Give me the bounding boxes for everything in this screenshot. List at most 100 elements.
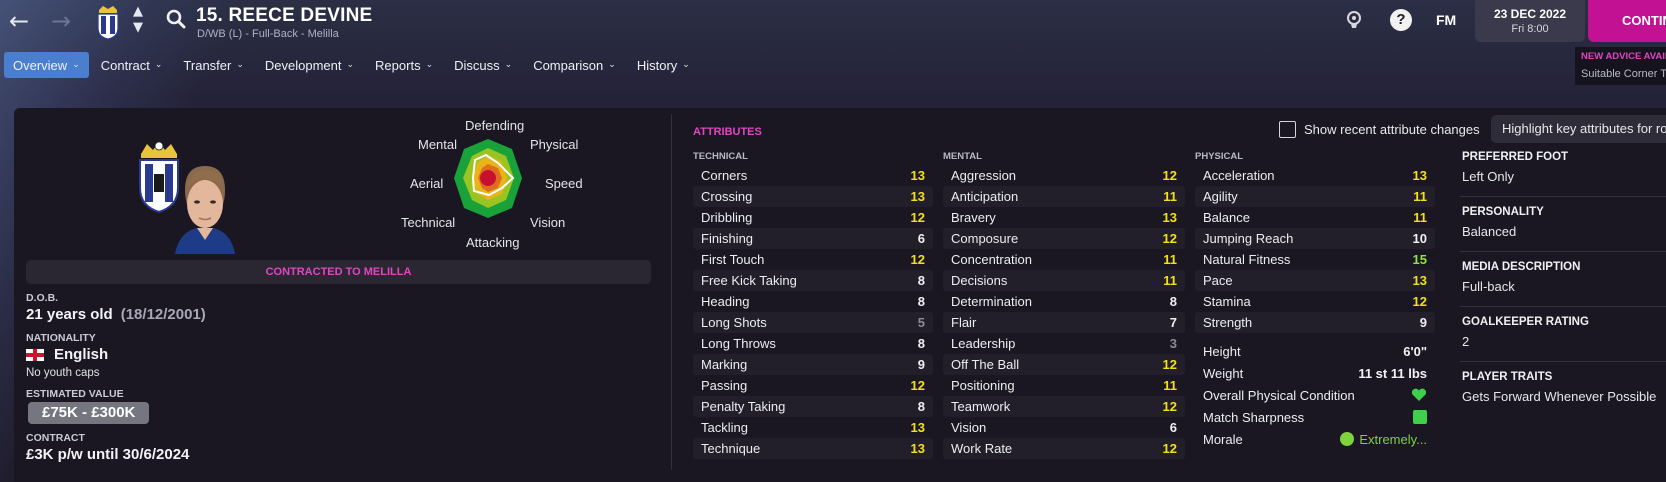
- attribute-value: 7: [1169, 315, 1177, 330]
- mental-attribute-row[interactable]: Work Rate 12: [943, 438, 1185, 459]
- show-changes-label: Show recent attribute changes: [1304, 122, 1480, 137]
- nationality-value[interactable]: English: [26, 346, 108, 363]
- mental-attribute-row[interactable]: Decisions 11: [943, 270, 1185, 291]
- show-changes-toggle[interactable]: Show recent attribute changes: [1279, 121, 1480, 138]
- physical-attribute-row[interactable]: Pace 13: [1195, 270, 1435, 291]
- technical-attribute-row[interactable]: Finishing 6: [693, 228, 933, 249]
- attribute-value: 8: [917, 273, 925, 288]
- player-name-title: 15. REECE DEVINE: [196, 5, 373, 26]
- mental-attribute-row[interactable]: Positioning 11: [943, 375, 1185, 396]
- tab-development[interactable]: Development ⌄: [256, 52, 363, 78]
- est-value-label: ESTIMATED VALUE: [26, 388, 124, 400]
- mental-attribute-row[interactable]: Bravery 13: [943, 207, 1185, 228]
- mental-attribute-row[interactable]: Aggression 12: [943, 165, 1185, 186]
- updown-switch-icon[interactable]: ▲ ▼: [130, 4, 146, 36]
- search-icon[interactable]: [165, 8, 187, 30]
- contract-status-bar[interactable]: CONTRACTED TO MELILLA: [26, 260, 651, 284]
- technical-attribute-row[interactable]: Penalty Taking 8: [693, 396, 933, 417]
- highlight-key-attributes-button[interactable]: Highlight key attributes for role: [1491, 115, 1666, 143]
- tab-discuss[interactable]: Discuss ⌄: [445, 52, 521, 78]
- physical-attribute-row[interactable]: Acceleration 13: [1195, 165, 1435, 186]
- mental-attribute-row[interactable]: Teamwork 12: [943, 396, 1185, 417]
- help-icon[interactable]: ?: [1390, 9, 1412, 31]
- mental-attribute-row[interactable]: Vision 6: [943, 417, 1185, 438]
- technical-attribute-row[interactable]: Technique 13: [693, 438, 933, 459]
- sharpness-row: Match Sharpness: [1195, 406, 1435, 428]
- forward-arrow-icon[interactable]: →: [48, 8, 74, 34]
- contract-label: CONTRACT: [26, 432, 85, 444]
- physical-attribute-row[interactable]: Strength 9: [1195, 312, 1435, 333]
- physical-attribute-row[interactable]: Natural Fitness 15: [1195, 249, 1435, 270]
- mental-attribute-row[interactable]: Determination 8: [943, 291, 1185, 312]
- club-badge-icon[interactable]: [95, 4, 121, 40]
- physical-attribute-row[interactable]: Agility 11: [1195, 186, 1435, 207]
- technical-attribute-row[interactable]: Corners 13: [693, 165, 933, 186]
- est-value-badge[interactable]: £75K - £300K: [28, 402, 150, 424]
- attribute-name: Penalty Taking: [701, 399, 786, 414]
- mental-attribute-row[interactable]: Flair 7: [943, 312, 1185, 333]
- continue-button[interactable]: CONTINUE: [1588, 0, 1666, 42]
- preferred-foot: PREFERRED FOOT Left Only: [1462, 151, 1666, 184]
- player-traits-value[interactable]: Gets Forward Whenever Possible: [1462, 389, 1666, 404]
- back-arrow-icon[interactable]: ←: [6, 8, 32, 34]
- technical-attribute-row[interactable]: Passing 12: [693, 375, 933, 396]
- radar-label-physical: Physical: [530, 137, 579, 152]
- tab-contract[interactable]: Contract ⌄: [92, 52, 172, 78]
- fm-logo[interactable]: FM: [1436, 9, 1458, 31]
- mental-attribute-row[interactable]: Composure 12: [943, 228, 1185, 249]
- radar-label-aerial: Aerial: [410, 176, 444, 191]
- panel-divider: [671, 114, 672, 470]
- attribute-value: 11: [1413, 210, 1427, 225]
- mental-attribute-row[interactable]: Anticipation 11: [943, 186, 1185, 207]
- mental-attribute-row[interactable]: Concentration 11: [943, 249, 1185, 270]
- mental-attribute-row[interactable]: Off The Ball 12: [943, 354, 1185, 375]
- mental-attribute-row[interactable]: Leadership 3: [943, 333, 1185, 354]
- attribute-name: Stamina: [1203, 294, 1251, 309]
- attribute-name: Passing: [701, 378, 748, 393]
- attribute-value: 11: [1163, 252, 1177, 267]
- technical-header: TECHNICAL: [693, 151, 748, 162]
- tab-label: Transfer: [183, 57, 232, 73]
- technical-attribute-row[interactable]: Long Shots 5: [693, 312, 933, 333]
- personality-value: Balanced: [1462, 224, 1517, 239]
- technical-attribute-row[interactable]: Long Throws 8: [693, 333, 933, 354]
- tab-label: Overview: [13, 57, 68, 73]
- tab-history[interactable]: History ⌄: [628, 52, 699, 78]
- physical-attribute-row[interactable]: Stamina 12: [1195, 291, 1435, 312]
- radar-label-attacking: Attacking: [466, 235, 520, 250]
- technical-attribute-row[interactable]: Crossing 13: [693, 186, 933, 207]
- tab-transfer[interactable]: Transfer ⌄: [174, 52, 252, 78]
- tab-reports[interactable]: Reports ⌄: [366, 52, 442, 78]
- show-changes-checkbox[interactable]: [1279, 121, 1296, 138]
- technical-attribute-row[interactable]: Tackling 13: [693, 417, 933, 438]
- attribute-name: Concentration: [951, 252, 1032, 267]
- attribute-name: Vision: [951, 420, 987, 435]
- goalkeeper-rating-label: GOALKEEPER RATING: [1462, 316, 1589, 328]
- attribute-value: 12: [1162, 231, 1177, 246]
- player-portrait: [175, 166, 235, 254]
- attribute-value: 12: [910, 378, 925, 393]
- attribute-name: Off The Ball: [951, 357, 1020, 372]
- date-text: 23 DEC 2022: [1493, 7, 1567, 21]
- technical-attribute-row[interactable]: Free Kick Taking 8: [693, 270, 933, 291]
- technical-attribute-row[interactable]: Heading 8: [693, 291, 933, 312]
- nationality-text: English: [54, 346, 109, 363]
- advice-notice[interactable]: NEW ADVICE AVAILABLE Suitable Corner Tak…: [1575, 47, 1666, 85]
- physical-attribute-row[interactable]: Jumping Reach 10: [1195, 228, 1435, 249]
- tab-comparison[interactable]: Comparison ⌄: [524, 52, 625, 78]
- tab-overview[interactable]: Overview ⌄: [4, 52, 89, 78]
- attribute-value: 13: [1412, 273, 1427, 288]
- morale-row[interactable]: Morale Extremely...: [1195, 428, 1435, 450]
- dob-date: (18/12/2001): [120, 306, 206, 323]
- physical-attribute-row[interactable]: Balance 11: [1195, 207, 1435, 228]
- trophy-icon[interactable]: [1343, 9, 1365, 31]
- attribute-name: Crossing: [701, 189, 753, 204]
- chevron-down-icon: ⌄: [608, 60, 616, 70]
- radar-label-defending: Defending: [465, 118, 525, 133]
- technical-attribute-row[interactable]: Marking 9: [693, 354, 933, 375]
- morale-value: Extremely...: [1340, 432, 1427, 447]
- youth-caps: No youth caps: [26, 367, 100, 379]
- tab-label: Reports: [375, 57, 421, 73]
- technical-attribute-row[interactable]: Dribbling 12: [693, 207, 933, 228]
- technical-attribute-row[interactable]: First Touch 12: [693, 249, 933, 270]
